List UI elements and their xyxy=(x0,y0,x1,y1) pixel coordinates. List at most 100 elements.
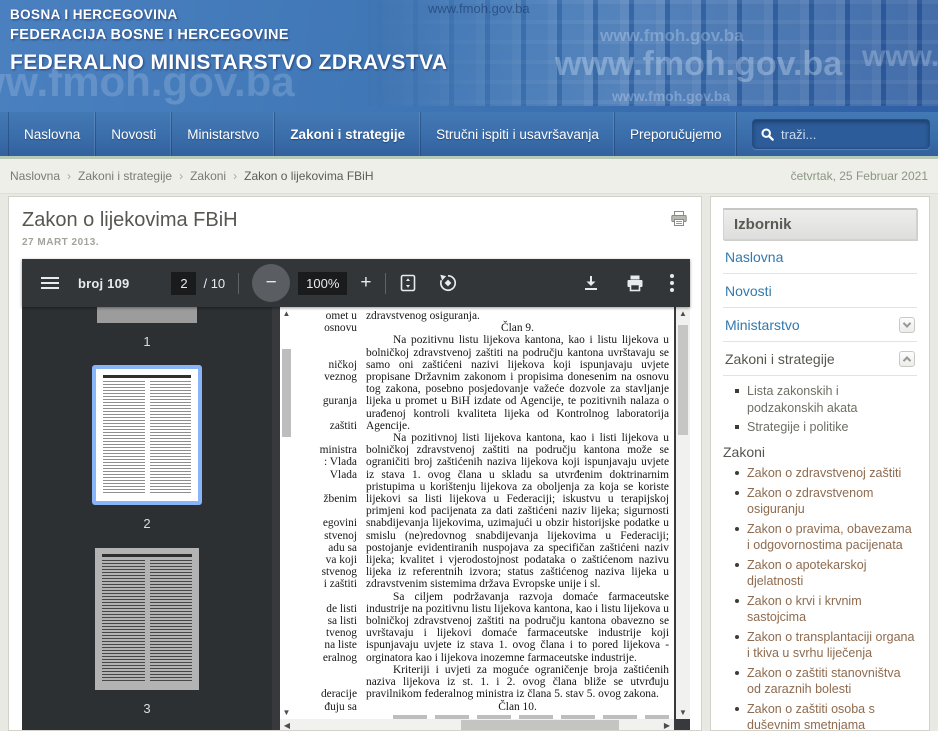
main-nav: NaslovnaNovostiMinistarstvoZakoni i stra… xyxy=(0,112,938,156)
zoom-out-button[interactable]: − xyxy=(252,264,290,302)
sidebar-law-links: Zakon o zdravstvenoj zaštiti Zakon o zdra… xyxy=(735,465,917,731)
law-link-zakon-o-pravima-obavezama-i-odgovornostima-pacijenata[interactable]: Zakon o pravima, obavezama i odgovornost… xyxy=(735,521,917,554)
scroll-up-arrow[interactable]: ▲ xyxy=(280,307,293,320)
breadcrumb-separator: › xyxy=(67,169,71,183)
breadcrumb-item-naslovna[interactable]: Naslovna xyxy=(10,169,60,183)
pdf-doc-title: broj 109 xyxy=(78,276,129,291)
page-count: / 10 xyxy=(203,276,225,291)
toolbar-divider xyxy=(385,273,386,294)
toolbar-divider xyxy=(238,273,239,294)
thumb-text-preview xyxy=(103,375,191,378)
inner-vertical-scrollbar[interactable]: ▲ ▼ xyxy=(280,307,293,719)
breadcrumb-item-zakoni-i-strategije[interactable]: Zakoni i strategije xyxy=(78,169,172,183)
sidebar-item-label: Novosti xyxy=(725,283,772,299)
thumbnail-label-3: 3 xyxy=(143,701,150,716)
zoom-level[interactable]: 100% xyxy=(298,272,347,295)
watermark-text: www.fmoh.gov.ba xyxy=(600,26,744,46)
sidebar-item-ministarstvo[interactable]: Ministarstvo xyxy=(723,308,917,342)
collapse-toggle[interactable] xyxy=(899,351,915,367)
scroll-up-arrow[interactable]: ▲ xyxy=(676,307,690,320)
sidebar-title: Izbornik xyxy=(723,208,917,240)
sidebar-item-novosti[interactable]: Novosti xyxy=(723,274,917,308)
scroll-left-arrow[interactable]: ◀ xyxy=(280,719,294,731)
nav-item-naslovna[interactable]: Naslovna xyxy=(8,112,96,156)
menu-icon[interactable] xyxy=(22,277,78,289)
sidebar-sublink-lista-zakonskih-i-podzakonskih-akata[interactable]: Lista zakonskih i podzakonskih akata xyxy=(735,383,917,417)
nav-item-novosti[interactable]: Novosti xyxy=(96,112,172,156)
nav-item-preporu-ujemo[interactable]: Preporučujemo xyxy=(615,112,738,156)
sidebar-item-naslovna[interactable]: Naslovna xyxy=(723,240,917,274)
site-title-country: BOSNA I HERCEGOVINA xyxy=(10,7,447,22)
plus-icon: + xyxy=(360,272,371,293)
scroll-right-arrow[interactable]: ▶ xyxy=(660,719,674,731)
pdf-page: ▲ ▼ omet uosnovu ničkojveznog guranja za… xyxy=(280,307,674,719)
printer-icon[interactable] xyxy=(671,211,687,226)
sidebar-section-zakoni: Zakoni xyxy=(723,444,917,460)
pdf-paragraph: Na pozitivnu listu lijekova kantona, kao… xyxy=(366,334,669,432)
search-box[interactable] xyxy=(752,119,930,149)
thumbnail-page-2-selected[interactable] xyxy=(92,365,202,505)
print-button[interactable] xyxy=(626,274,644,292)
breadcrumb: Naslovna›Zakoni i strategije›Zakoni›Zako… xyxy=(10,169,373,183)
sidebar-item-label: Ministarstvo xyxy=(725,317,800,333)
law-link-zakon-o-apotekarskoj-djelatnosti[interactable]: Zakon o apotekarskoj djelatnosti xyxy=(735,557,917,590)
watermark-text: www.fmoh.gov.ba xyxy=(555,45,842,84)
chevron-up-icon xyxy=(903,356,911,364)
more-options-icon[interactable] xyxy=(670,274,674,292)
thumb-text-preview xyxy=(102,554,192,557)
page-number-input[interactable]: 2 xyxy=(171,272,196,295)
minus-icon: − xyxy=(266,272,277,294)
search-icon xyxy=(761,128,774,141)
nav-item-zakoni-i-strategije[interactable]: Zakoni i strategije xyxy=(275,112,421,156)
law-link-zakon-o-zdravstvenom-osiguranju[interactable]: Zakon o zdravstvenom osiguranju xyxy=(735,485,917,518)
pdf-left-column-fragments: omet uosnovu ničkojveznog guranja zaštit… xyxy=(293,310,357,719)
expand-toggle[interactable] xyxy=(899,317,915,333)
thumbnail-page-3[interactable] xyxy=(95,548,199,690)
sidebar-item-zakoni-i-strategije[interactable]: Zakoni i strategije xyxy=(723,342,917,376)
site-header: www.fmoh.gov.ba www.fmoh.gov.ba www.fmoh… xyxy=(0,0,938,112)
sidebar-item-label: Naslovna xyxy=(725,249,783,265)
pdf-content-area: ▲ ▼ omet uosnovu ničkojveznog guranja za… xyxy=(272,307,690,731)
breadcrumb-bar: Naslovna›Zakoni i strategije›Zakoni›Zako… xyxy=(0,159,938,194)
law-link-zakon-o-za-titi-osoba-s-du-evnim-smetnjama[interactable]: Zakon o zaštiti osoba s duševnim smetnja… xyxy=(735,701,917,731)
scrollbar-thumb[interactable] xyxy=(282,349,291,437)
download-icon xyxy=(582,274,600,292)
breadcrumb-item-zakoni[interactable]: Zakoni xyxy=(190,169,226,183)
rotate-button[interactable] xyxy=(438,273,458,293)
print-icon xyxy=(626,274,644,292)
search-input[interactable] xyxy=(781,127,921,142)
page-title: Zakon o lijekovima FBiH xyxy=(22,209,688,232)
fit-page-button[interactable] xyxy=(399,274,417,292)
pdf-paragraph: zdravstvenog osiguranja. xyxy=(366,310,669,322)
fit-page-icon xyxy=(399,274,417,292)
law-link-zakon-o-zdravstvenoj-za-titi[interactable]: Zakon o zdravstvenoj zaštiti xyxy=(735,465,917,482)
download-button[interactable] xyxy=(582,274,600,292)
thumbnail-label-2: 2 xyxy=(143,516,150,531)
watermark-text: www.fmoh.gov.ba xyxy=(862,40,938,74)
nav-item-ministarstvo[interactable]: Ministarstvo xyxy=(172,112,275,156)
law-link-zakon-o-za-titi-stanovni-tva-od-zaraznih-bolesti[interactable]: Zakon o zaštiti stanovništva od zaraznih… xyxy=(735,665,917,698)
pdf-article-heading: Član 10. xyxy=(366,701,669,713)
pdf-toolbar-right xyxy=(556,274,690,292)
pdf-paragraph: Na pozitivnoj listi lijekova kantona, ka… xyxy=(366,432,669,591)
sidebar-item-label: Zakoni i strategije xyxy=(725,351,835,367)
sidebar-sublink-strategije-i-politike[interactable]: Strategije i politike xyxy=(735,419,917,436)
nav-item-stru-ni-ispiti-i-usavr-avanja[interactable]: Stručni ispiti i usavršavanja xyxy=(421,112,615,156)
pdf-toolbar-center: 2 / 10 − 100% + xyxy=(171,264,457,302)
law-link-zakon-o-krvi-i-krvnim-sastojcima[interactable]: Zakon o krvi i krvnim sastojcima xyxy=(735,593,917,626)
thumbnail-page-1[interactable] xyxy=(97,307,197,323)
law-link-zakon-o-transplantaciji-organa-i-tkiva-u-svrhu-lije-enja[interactable]: Zakon o transplantaciji organa i tkiva u… xyxy=(735,629,917,662)
current-date: četvrtak, 25 Februar 2021 xyxy=(791,169,928,183)
sidebar-panel: Izbornik Naslovna Novosti Ministarstvo Z… xyxy=(710,196,930,731)
pdf-toolbar-left: broj 109 xyxy=(22,276,129,291)
pdf-paragraph: Kriteriji i uvjeti za moguće ograničenje… xyxy=(366,664,669,701)
scroll-down-arrow[interactable]: ▼ xyxy=(280,706,293,719)
scrollbar-thumb[interactable] xyxy=(461,720,619,731)
sidebar-sublinks: Lista zakonskih i podzakonskih akata Stra… xyxy=(735,383,917,436)
pdf-paragraph: Sa ciljem podržavanja razvoja domaće far… xyxy=(366,591,669,664)
zoom-in-button[interactable]: + xyxy=(360,272,371,294)
scrollbar-thumb[interactable] xyxy=(678,325,688,435)
horizontal-scrollbar[interactable]: ◀ ▶ xyxy=(280,719,674,731)
scroll-down-arrow[interactable]: ▼ xyxy=(676,706,690,719)
outer-vertical-scrollbar[interactable]: ▲ ▼ xyxy=(676,307,690,719)
